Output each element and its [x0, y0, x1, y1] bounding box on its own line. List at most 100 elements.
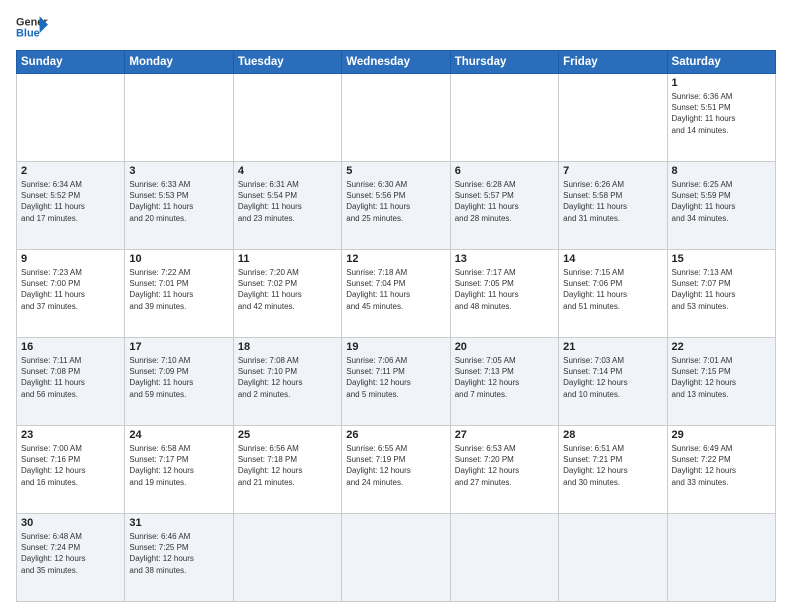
calendar-day: 4Sunrise: 6:31 AM Sunset: 5:54 PM Daylig… — [233, 162, 341, 250]
day-number: 30 — [21, 517, 120, 529]
day-info: Sunrise: 7:03 AM Sunset: 7:14 PM Dayligh… — [563, 355, 662, 400]
day-number: 24 — [129, 429, 228, 441]
calendar-day: 17Sunrise: 7:10 AM Sunset: 7:09 PM Dayli… — [125, 338, 233, 426]
day-number: 31 — [129, 517, 228, 529]
calendar-day: 28 Sunrise: 6:51 AM Sunset: 7:21 PM Dayli… — [559, 426, 667, 514]
day-info: Sunrise: 6:30 AM Sunset: 5:56 PM Dayligh… — [346, 179, 445, 224]
calendar-header-row: SundayMondayTuesdayWednesdayThursdayFrid… — [17, 51, 776, 74]
calendar-day: 23 Sunrise: 7:00 AM Sunset: 7:16 PM Dayli… — [17, 426, 125, 514]
calendar-day — [17, 74, 125, 162]
calendar-day: 25 Sunrise: 6:56 AM Sunset: 7:18 PM Dayli… — [233, 426, 341, 514]
day-info: Sunrise: 7:00 AM Sunset: 7:16 PM Dayligh… — [21, 443, 120, 488]
day-number: 22 — [672, 341, 771, 353]
calendar-day — [667, 514, 775, 602]
day-info: Sunrise: 6:51 AM Sunset: 7:21 PM Dayligh… — [563, 443, 662, 488]
day-number: 27 — [455, 429, 554, 441]
calendar-week-5: 23 Sunrise: 7:00 AM Sunset: 7:16 PM Dayli… — [17, 426, 776, 514]
day-number: 16 — [21, 341, 120, 353]
day-info: Sunrise: 6:55 AM Sunset: 7:19 PM Dayligh… — [346, 443, 445, 488]
calendar-day: 6 Sunrise: 6:28 AM Sunset: 5:57 PM Daylig… — [450, 162, 558, 250]
day-info: Sunrise: 7:15 AM Sunset: 7:06 PM Dayligh… — [563, 267, 662, 312]
calendar-day: 5Sunrise: 6:30 AM Sunset: 5:56 PM Daylig… — [342, 162, 450, 250]
calendar-day: 20 Sunrise: 7:05 AM Sunset: 7:13 PM Dayli… — [450, 338, 558, 426]
calendar-week-4: 16 Sunrise: 7:11 AM Sunset: 7:08 PM Dayli… — [17, 338, 776, 426]
logo: General Blue — [16, 14, 48, 42]
calendar-day: 26 Sunrise: 6:55 AM Sunset: 7:19 PM Dayli… — [342, 426, 450, 514]
calendar-day: 7Sunrise: 6:26 AM Sunset: 5:58 PM Daylig… — [559, 162, 667, 250]
day-number: 1 — [672, 77, 771, 89]
day-number: 18 — [238, 341, 337, 353]
calendar-day: 10 Sunrise: 7:22 AM Sunset: 7:01 PM Dayli… — [125, 250, 233, 338]
day-info: Sunrise: 7:22 AM Sunset: 7:01 PM Dayligh… — [129, 267, 228, 312]
calendar-day — [559, 514, 667, 602]
calendar-header-friday: Friday — [559, 51, 667, 74]
calendar-header-tuesday: Tuesday — [233, 51, 341, 74]
calendar-header-thursday: Thursday — [450, 51, 558, 74]
day-number: 15 — [672, 253, 771, 265]
day-info: Sunrise: 7:06 AM Sunset: 7:11 PM Dayligh… — [346, 355, 445, 400]
calendar-day: 12Sunrise: 7:18 AM Sunset: 7:04 PM Dayli… — [342, 250, 450, 338]
calendar-day — [559, 74, 667, 162]
day-info: Sunrise: 7:11 AM Sunset: 7:08 PM Dayligh… — [21, 355, 120, 400]
day-number: 20 — [455, 341, 554, 353]
day-number: 26 — [346, 429, 445, 441]
day-info: Sunrise: 6:56 AM Sunset: 7:18 PM Dayligh… — [238, 443, 337, 488]
calendar-day: 21Sunrise: 7:03 AM Sunset: 7:14 PM Dayli… — [559, 338, 667, 426]
day-info: Sunrise: 7:08 AM Sunset: 7:10 PM Dayligh… — [238, 355, 337, 400]
calendar-day — [125, 74, 233, 162]
calendar-day: 2Sunrise: 6:34 AM Sunset: 5:52 PM Daylig… — [17, 162, 125, 250]
day-info: Sunrise: 6:49 AM Sunset: 7:22 PM Dayligh… — [672, 443, 771, 488]
day-info: Sunrise: 6:34 AM Sunset: 5:52 PM Dayligh… — [21, 179, 120, 224]
day-number: 9 — [21, 253, 120, 265]
day-number: 25 — [238, 429, 337, 441]
calendar-day: 22Sunrise: 7:01 AM Sunset: 7:15 PM Dayli… — [667, 338, 775, 426]
calendar-day: 30 Sunrise: 6:48 AM Sunset: 7:24 PM Dayli… — [17, 514, 125, 602]
calendar-day: 24 Sunrise: 6:58 AM Sunset: 7:17 PM Dayli… — [125, 426, 233, 514]
day-info: Sunrise: 6:36 AM Sunset: 5:51 PM Dayligh… — [672, 91, 771, 136]
day-info: Sunrise: 6:46 AM Sunset: 7:25 PM Dayligh… — [129, 531, 228, 576]
day-number: 28 — [563, 429, 662, 441]
calendar-day: 11Sunrise: 7:20 AM Sunset: 7:02 PM Dayli… — [233, 250, 341, 338]
calendar-day: 9Sunrise: 7:23 AM Sunset: 7:00 PM Daylig… — [17, 250, 125, 338]
calendar-day — [233, 74, 341, 162]
calendar-header-monday: Monday — [125, 51, 233, 74]
day-info: Sunrise: 7:13 AM Sunset: 7:07 PM Dayligh… — [672, 267, 771, 312]
svg-text:Blue: Blue — [16, 27, 40, 39]
header: General Blue — [16, 14, 776, 42]
day-info: Sunrise: 7:18 AM Sunset: 7:04 PM Dayligh… — [346, 267, 445, 312]
day-number: 19 — [346, 341, 445, 353]
day-number: 3 — [129, 165, 228, 177]
day-info: Sunrise: 7:17 AM Sunset: 7:05 PM Dayligh… — [455, 267, 554, 312]
calendar-day: 31 Sunrise: 6:46 AM Sunset: 7:25 PM Dayli… — [125, 514, 233, 602]
day-info: Sunrise: 7:05 AM Sunset: 7:13 PM Dayligh… — [455, 355, 554, 400]
calendar-day: 15 Sunrise: 7:13 AM Sunset: 7:07 PM Dayli… — [667, 250, 775, 338]
day-number: 8 — [672, 165, 771, 177]
calendar-day: 19 Sunrise: 7:06 AM Sunset: 7:11 PM Dayli… — [342, 338, 450, 426]
calendar-header-sunday: Sunday — [17, 51, 125, 74]
day-number: 17 — [129, 341, 228, 353]
calendar-day — [450, 74, 558, 162]
calendar-day: 1 Sunrise: 6:36 AM Sunset: 5:51 PM Daylig… — [667, 74, 775, 162]
calendar-table: SundayMondayTuesdayWednesdayThursdayFrid… — [16, 50, 776, 602]
generalblue-logo-icon: General Blue — [16, 14, 48, 42]
day-number: 14 — [563, 253, 662, 265]
day-number: 6 — [455, 165, 554, 177]
day-info: Sunrise: 6:58 AM Sunset: 7:17 PM Dayligh… — [129, 443, 228, 488]
page: General Blue SundayMondayTuesdayWednesda… — [0, 0, 792, 612]
day-number: 29 — [672, 429, 771, 441]
day-number: 11 — [238, 253, 337, 265]
calendar-week-6: 30 Sunrise: 6:48 AM Sunset: 7:24 PM Dayli… — [17, 514, 776, 602]
calendar-week-3: 9Sunrise: 7:23 AM Sunset: 7:00 PM Daylig… — [17, 250, 776, 338]
calendar-day: 14 Sunrise: 7:15 AM Sunset: 7:06 PM Dayli… — [559, 250, 667, 338]
calendar-day: 13Sunrise: 7:17 AM Sunset: 7:05 PM Dayli… — [450, 250, 558, 338]
day-info: Sunrise: 6:31 AM Sunset: 5:54 PM Dayligh… — [238, 179, 337, 224]
day-info: Sunrise: 6:28 AM Sunset: 5:57 PM Dayligh… — [455, 179, 554, 224]
calendar-week-2: 2Sunrise: 6:34 AM Sunset: 5:52 PM Daylig… — [17, 162, 776, 250]
day-number: 23 — [21, 429, 120, 441]
calendar-day: 29 Sunrise: 6:49 AM Sunset: 7:22 PM Dayli… — [667, 426, 775, 514]
calendar-day — [233, 514, 341, 602]
day-info: Sunrise: 6:48 AM Sunset: 7:24 PM Dayligh… — [21, 531, 120, 576]
calendar-day: 27Sunrise: 6:53 AM Sunset: 7:20 PM Dayli… — [450, 426, 558, 514]
day-number: 10 — [129, 253, 228, 265]
calendar-day — [342, 514, 450, 602]
